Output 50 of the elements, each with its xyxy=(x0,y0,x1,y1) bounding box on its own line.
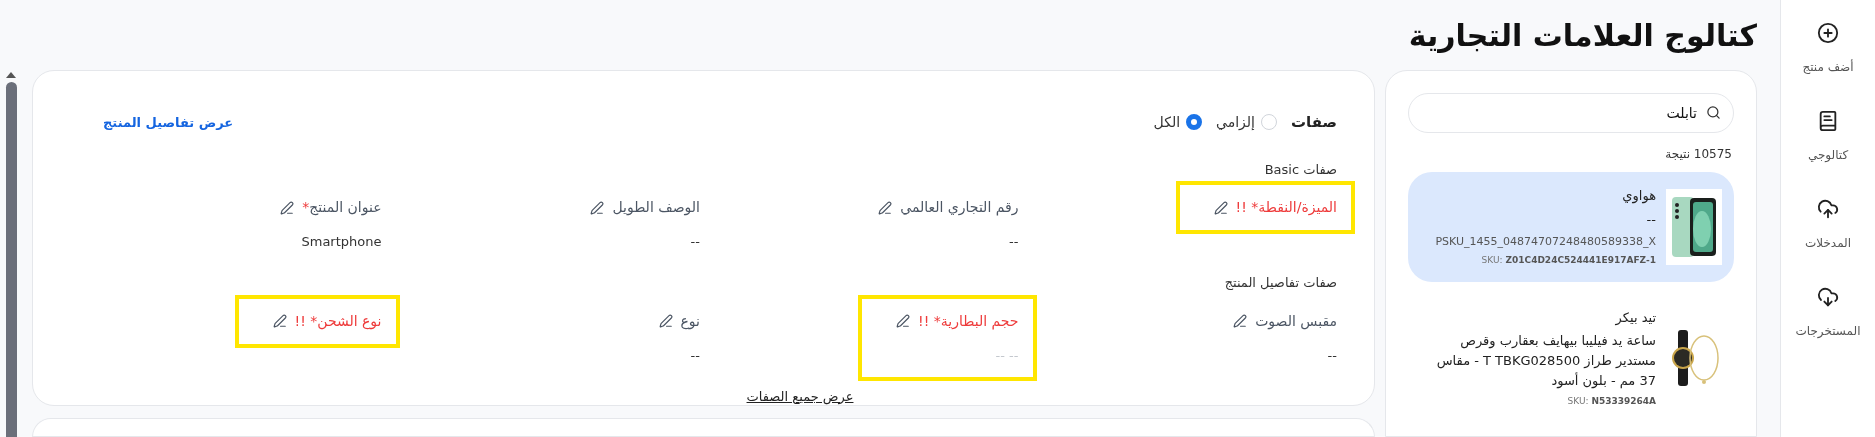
product-details-link[interactable]: عرض تفاصيل المنتج xyxy=(103,112,234,132)
edit-icon[interactable] xyxy=(896,314,911,328)
attribute-value: -- xyxy=(690,346,700,365)
attribute-label: رقم التجاري العالمي xyxy=(900,198,1019,218)
edit-icon[interactable] xyxy=(590,200,605,215)
product-title: ساعة يد فيليبا بيهايف بعقارب وقرص مستدير طراز T TBKG028500 - مقاس 37 مم - بلون أسود xyxy=(1435,332,1656,391)
radio-option[interactable]: إلزامي xyxy=(1216,111,1277,133)
nav-label[interactable]: المستخرجات xyxy=(1795,322,1861,340)
attribute-label: حجم البطارية* !! xyxy=(918,311,1019,332)
attribute-label: نوع xyxy=(680,311,700,332)
scroll-up-icon[interactable] xyxy=(6,72,16,78)
attribute-label: الميزة/النقطة* !! xyxy=(1235,198,1337,218)
product-brand: هواوي xyxy=(1622,187,1656,206)
edit-icon[interactable] xyxy=(878,200,893,215)
book-icon[interactable] xyxy=(1817,110,1839,132)
show-all-link[interactable]: عرض جميع الصفات xyxy=(746,386,854,406)
page-title: كتالوج العلامات التجارية xyxy=(1408,16,1757,55)
search-icon xyxy=(1706,105,1721,120)
edit-icon[interactable] xyxy=(1213,200,1228,215)
product-sku: SKU: N53339264A xyxy=(1567,395,1656,408)
attribute-value: -- xyxy=(1009,233,1019,251)
attribute-value: -- xyxy=(1327,346,1337,365)
section-title: صفات تفاصيل المنتج xyxy=(1223,274,1337,292)
cloud-download-icon[interactable] xyxy=(1817,286,1839,308)
result-count: 10575 نتيجة xyxy=(1664,146,1732,163)
attribute-value: -- xyxy=(690,233,700,251)
edit-icon[interactable] xyxy=(272,314,287,328)
attribute-label: الوصف الطويل xyxy=(612,198,700,218)
product-brand: تيد بيكر xyxy=(1615,308,1656,327)
scrollbar-thumb[interactable] xyxy=(5,82,17,437)
radio-option[interactable]: الكل xyxy=(1153,111,1203,133)
product-psku: PSKU_1455_04874707248480589338_X xyxy=(1435,233,1656,250)
section-title: صفات Basic xyxy=(1263,160,1337,179)
nav-label[interactable]: أضف منتج xyxy=(1802,58,1854,76)
attribute-value: Smartphone xyxy=(301,233,382,251)
edit-icon[interactable] xyxy=(1233,314,1248,328)
edit-icon[interactable] xyxy=(658,314,673,328)
nav-label[interactable]: المدخلات xyxy=(1804,234,1852,252)
plus-circle-icon[interactable] xyxy=(1817,22,1839,44)
search-field[interactable]: تابلت xyxy=(1408,93,1734,133)
cloud-upload-icon[interactable] xyxy=(1817,198,1839,220)
attribute-value: -- -- xyxy=(995,346,1019,365)
nav-label[interactable]: كتالوجي xyxy=(1807,146,1849,164)
edit-icon[interactable] xyxy=(280,200,295,215)
product-title: -- xyxy=(1646,210,1656,229)
product-sku: SKU: Z01C4D24C524441E917AFZ-1 xyxy=(1481,254,1656,267)
filter-label: صفات xyxy=(1291,112,1337,133)
attribute-label: عنوان المنتج* xyxy=(302,198,382,218)
attribute-label: نوع الشحن* !! xyxy=(294,311,382,332)
attribute-label: مقبس الصوت xyxy=(1255,311,1337,332)
